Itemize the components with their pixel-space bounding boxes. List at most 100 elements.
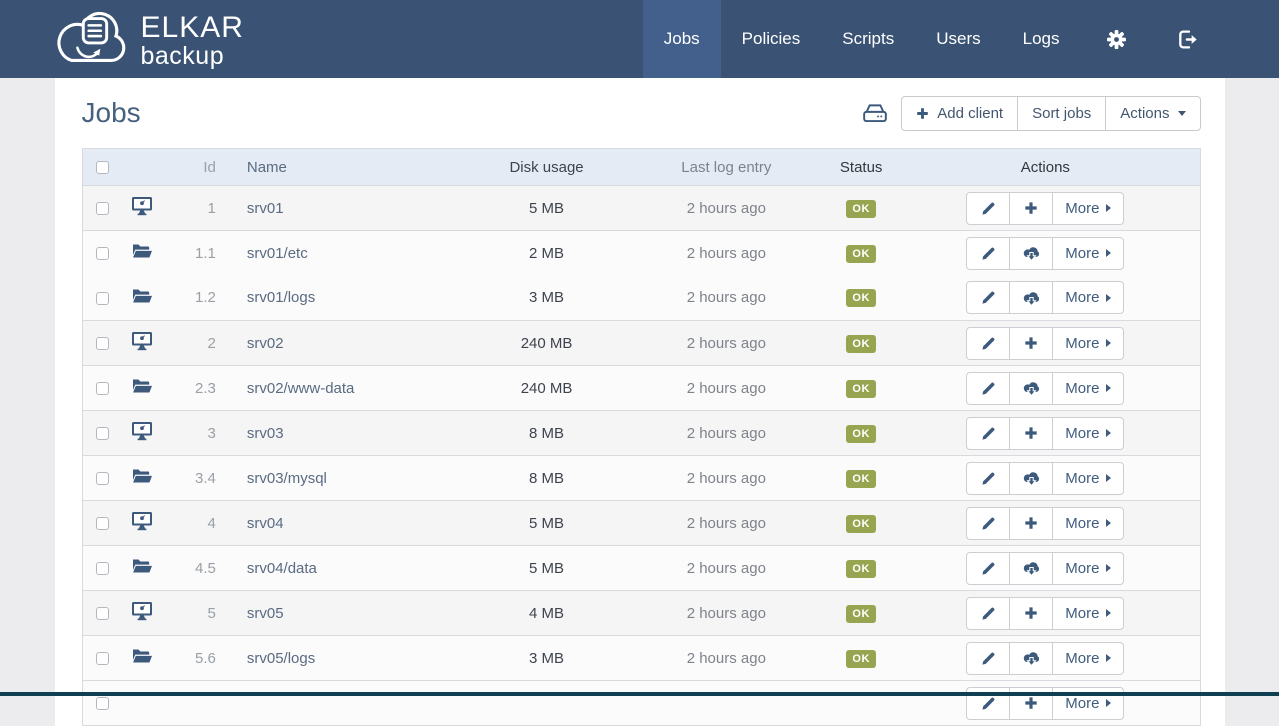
add-client-button[interactable]: Add client xyxy=(901,96,1018,131)
disk-usage-value: 2 MB xyxy=(472,231,622,276)
row-checkbox[interactable] xyxy=(96,202,109,215)
desktop-client-icon xyxy=(131,511,153,531)
more-button[interactable]: More xyxy=(1052,597,1124,630)
row-checkbox[interactable] xyxy=(96,562,109,575)
row-checkbox[interactable] xyxy=(96,427,109,440)
edit-button[interactable] xyxy=(966,552,1010,585)
jobs-table: Id Name Disk usage Last log entry Status… xyxy=(82,148,1201,726)
plus-icon xyxy=(1024,426,1038,440)
header-status: Status xyxy=(831,149,891,186)
actions-dropdown-button[interactable]: Actions xyxy=(1105,96,1200,131)
restore-button[interactable] xyxy=(1009,281,1053,314)
job-name: srv03/mysql xyxy=(222,456,472,501)
more-button[interactable]: More xyxy=(1052,642,1124,675)
cloud-download-icon xyxy=(1022,290,1041,306)
row-checkbox[interactable] xyxy=(96,247,109,260)
edit-button[interactable] xyxy=(966,462,1010,495)
more-button[interactable]: More xyxy=(1052,507,1124,540)
add-job-button[interactable] xyxy=(1009,192,1053,225)
row-actions-group: More xyxy=(966,281,1124,314)
row-checkbox[interactable] xyxy=(96,292,109,305)
add-job-button[interactable] xyxy=(1009,507,1053,540)
more-button[interactable]: More xyxy=(1052,552,1124,585)
row-checkbox[interactable] xyxy=(96,697,109,710)
table-row: 5 srv05 4 MB 2 hours ago OK More xyxy=(82,591,1200,636)
disk-usage-value xyxy=(472,681,622,726)
nav-item-jobs[interactable]: Jobs xyxy=(643,0,721,78)
status-badge: OK xyxy=(846,515,876,533)
settings-nav-button[interactable] xyxy=(1081,0,1152,78)
folder-open-icon xyxy=(132,378,152,394)
table-row: 1.1 srv01/etc 2 MB 2 hours ago OK More xyxy=(82,231,1200,276)
status-badge: OK xyxy=(846,289,876,307)
nav-item-users[interactable]: Users xyxy=(915,0,1001,78)
caret-right-icon xyxy=(1106,564,1111,572)
pencil-icon xyxy=(981,201,996,216)
restore-button[interactable] xyxy=(1009,552,1053,585)
status-badge: OK xyxy=(846,650,876,668)
row-actions-group: More xyxy=(966,462,1124,495)
more-button[interactable]: More xyxy=(1052,237,1124,270)
restore-button[interactable] xyxy=(1009,237,1053,270)
pencil-icon xyxy=(981,696,996,711)
edit-button[interactable] xyxy=(966,507,1010,540)
pencil-icon xyxy=(981,290,996,305)
folder-open-icon xyxy=(132,243,152,259)
table-row: 2.3 srv02/www-data 240 MB 2 hours ago OK… xyxy=(82,366,1200,411)
row-actions-group: More xyxy=(966,552,1124,585)
row-checkbox[interactable] xyxy=(96,607,109,620)
more-button[interactable]: More xyxy=(1052,462,1124,495)
sort-jobs-button[interactable]: Sort jobs xyxy=(1017,96,1106,131)
status-badge: OK xyxy=(846,605,876,623)
nav-item-policies[interactable]: Policies xyxy=(721,0,822,78)
row-checkbox[interactable] xyxy=(96,517,109,530)
nav-item-scripts[interactable]: Scripts xyxy=(821,0,915,78)
disk-usage-value: 5 MB xyxy=(472,546,622,591)
edit-button[interactable] xyxy=(966,597,1010,630)
last-log-value: 2 hours ago xyxy=(621,591,831,636)
toolbar-button-group: Add client Sort jobs Actions xyxy=(901,96,1200,131)
edit-button[interactable] xyxy=(966,372,1010,405)
job-name: srv02/www-data xyxy=(222,366,472,411)
row-checkbox[interactable] xyxy=(96,337,109,350)
edit-button[interactable] xyxy=(966,327,1010,360)
header-name: Name xyxy=(222,149,472,186)
row-checkbox[interactable] xyxy=(96,382,109,395)
restore-button[interactable] xyxy=(1009,642,1053,675)
nav-item-logs[interactable]: Logs xyxy=(1002,0,1081,78)
edit-button[interactable] xyxy=(966,642,1010,675)
add-job-button[interactable] xyxy=(1009,327,1053,360)
edit-button[interactable] xyxy=(966,417,1010,450)
more-button[interactable]: More xyxy=(1052,372,1124,405)
restore-button[interactable] xyxy=(1009,462,1053,495)
caret-right-icon xyxy=(1106,339,1111,347)
select-all-checkbox[interactable] xyxy=(96,161,109,174)
more-button[interactable]: More xyxy=(1052,281,1124,314)
logout-nav-button[interactable] xyxy=(1152,0,1225,78)
more-button[interactable]: More xyxy=(1052,417,1124,450)
desktop-client-icon xyxy=(131,196,153,216)
more-button[interactable]: More xyxy=(1052,327,1124,360)
cloud-download-icon xyxy=(1022,245,1041,261)
table-row-partial: More xyxy=(82,681,1200,726)
edit-button[interactable] xyxy=(966,192,1010,225)
brand-logo[interactable]: ELKAR backup xyxy=(55,0,244,78)
header-actions: Actions xyxy=(891,149,1200,186)
more-button[interactable]: More xyxy=(1052,192,1124,225)
disk-usage-value: 240 MB xyxy=(472,366,622,411)
plus-icon xyxy=(1024,201,1038,215)
row-checkbox[interactable] xyxy=(96,472,109,485)
row-actions-group: More xyxy=(966,192,1124,225)
edit-button[interactable] xyxy=(966,281,1010,314)
last-log-value: 2 hours ago xyxy=(621,231,831,276)
caret-right-icon xyxy=(1106,519,1111,527)
add-job-button[interactable] xyxy=(1009,417,1053,450)
edit-button[interactable] xyxy=(966,237,1010,270)
row-checkbox[interactable] xyxy=(96,652,109,665)
job-name: srv01/etc xyxy=(222,231,472,276)
restore-button[interactable] xyxy=(1009,372,1053,405)
disk-usage-value: 3 MB xyxy=(472,636,622,681)
status-badge: OK xyxy=(846,560,876,578)
table-row: 3 srv03 8 MB 2 hours ago OK More xyxy=(82,411,1200,456)
add-job-button[interactable] xyxy=(1009,597,1053,630)
